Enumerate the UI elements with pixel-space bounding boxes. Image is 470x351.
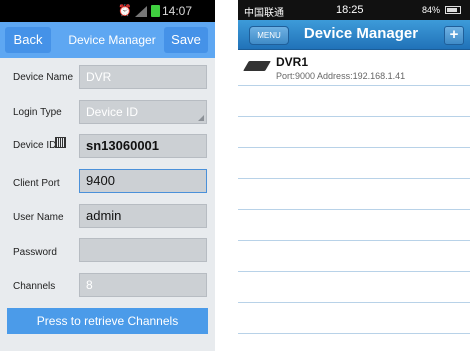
alarm-icon: ⏰ bbox=[118, 5, 132, 17]
retrieve-channels-button[interactable]: Press to retrieve Channels bbox=[7, 308, 208, 334]
carrier-label: 中国联通 bbox=[244, 8, 284, 19]
page-title: Device Manager bbox=[68, 33, 156, 47]
client-port-field[interactable]: 9400 bbox=[79, 169, 207, 193]
back-button[interactable]: Back bbox=[5, 27, 51, 53]
battery-percent: 84% bbox=[422, 5, 441, 15]
password-label: Password bbox=[13, 247, 57, 258]
list-divider bbox=[238, 147, 470, 148]
list-divider bbox=[238, 178, 470, 179]
password-field[interactable] bbox=[79, 238, 207, 262]
device-id-label: Device ID bbox=[13, 140, 57, 151]
menu-button[interactable]: MENU bbox=[249, 26, 289, 45]
toolbar: Back Device Manager Save bbox=[0, 22, 215, 58]
list-divider bbox=[238, 85, 470, 86]
android-status-bar: ⏰ 14:07 bbox=[0, 0, 215, 22]
status-time: 14:07 bbox=[162, 4, 193, 18]
left-phone-screen: ⏰ 14:07 Back Device Manager Save Device … bbox=[0, 0, 215, 351]
list-divider bbox=[238, 209, 470, 210]
save-button[interactable]: Save bbox=[164, 27, 208, 53]
device-address: Address:192.168.1.41 bbox=[317, 71, 406, 81]
device-port: Port:9000 bbox=[276, 71, 316, 81]
status-time: 18:25 bbox=[336, 4, 364, 16]
qr-code-icon[interactable] bbox=[55, 137, 66, 148]
dvr-device-icon bbox=[243, 61, 271, 71]
list-divider bbox=[238, 271, 470, 272]
list-divider bbox=[238, 116, 470, 117]
right-phone-screen: 中国联通 18:25 84% MENU Device Manager + DVR… bbox=[238, 0, 470, 351]
list-divider bbox=[238, 302, 470, 303]
signal-icon bbox=[135, 6, 147, 17]
device-name-label: Device Name bbox=[13, 72, 74, 83]
battery-icon bbox=[151, 5, 160, 17]
login-type-label: Login Type bbox=[13, 107, 62, 118]
channels-field[interactable]: 8 bbox=[79, 273, 207, 297]
add-device-button[interactable]: + bbox=[444, 26, 464, 45]
list-divider bbox=[238, 333, 470, 334]
battery-icon bbox=[445, 6, 461, 14]
client-port-label: Client Port bbox=[13, 178, 60, 189]
channels-label: Channels bbox=[13, 281, 56, 292]
device-name: DVR1 bbox=[276, 55, 309, 69]
device-detail: Port:9000 Address:192.168.1.41 bbox=[276, 71, 405, 81]
login-type-value: Device ID bbox=[86, 105, 139, 119]
device-name-field[interactable]: DVR bbox=[79, 65, 207, 89]
login-type-select[interactable]: Device ID bbox=[79, 100, 207, 124]
list-divider bbox=[238, 240, 470, 241]
device-id-field[interactable]: sn13060001 bbox=[79, 134, 207, 158]
user-name-label: User Name bbox=[13, 212, 64, 223]
dropdown-corner-icon bbox=[198, 115, 204, 121]
user-name-field[interactable]: admin bbox=[79, 204, 207, 228]
page-title: Device Manager bbox=[303, 25, 419, 42]
nav-bar: MENU Device Manager + bbox=[238, 20, 470, 50]
ios-status-bar: 中国联通 18:25 84% bbox=[238, 0, 470, 20]
